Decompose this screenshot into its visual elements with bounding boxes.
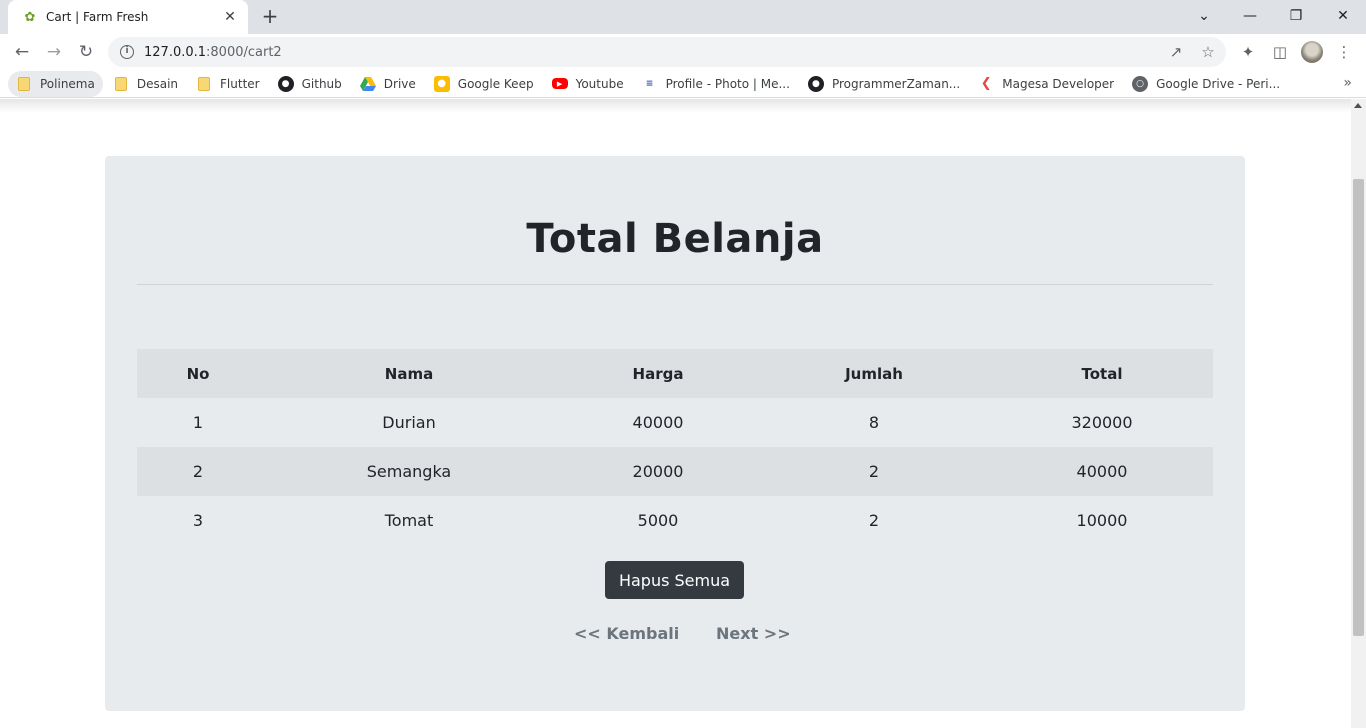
back-arrow-icon[interactable]: ←	[8, 38, 36, 66]
page-viewport: Total Belanja No Nama Harga Jumlah Total…	[0, 99, 1351, 728]
share-icon[interactable]: ↗	[1162, 37, 1190, 67]
bookmark-profile-photo[interactable]: ≡ Profile - Photo | Me...	[634, 71, 798, 97]
url-text[interactable]: 127.0.0.1:8000/cart2	[144, 45, 282, 60]
scroll-up-arrow-icon[interactable]	[1354, 103, 1362, 108]
github-icon: ●	[277, 75, 294, 92]
profile-avatar[interactable]	[1298, 38, 1326, 66]
cell-no: 2	[192, 462, 204, 481]
youtube-icon: ▶	[551, 78, 568, 89]
bookmark-desain[interactable]: Desain	[105, 71, 186, 97]
table-row: 2 Semangka 20000 2 40000	[137, 447, 1213, 496]
globe-icon: ○	[1132, 75, 1149, 92]
scroll-thumb[interactable]	[1353, 179, 1364, 636]
github-icon: ●	[807, 75, 824, 92]
cell-total: 40000	[1076, 462, 1128, 481]
bookmark-flutter[interactable]: Flutter	[188, 71, 268, 97]
cell-no: 1	[192, 413, 204, 432]
clear-cart-button[interactable]: Hapus Semua	[605, 561, 744, 599]
folder-icon	[16, 76, 32, 92]
cell-nama: Tomat	[384, 511, 434, 530]
cell-jumlah: 2	[868, 511, 880, 530]
browser-toolbar: ← → ↻ i 127.0.0.1:8000/cart2 ↗ ☆ ✦ ◫ ⋮	[0, 34, 1366, 70]
folder-icon	[196, 76, 212, 92]
magesa-icon: ❮	[980, 76, 992, 91]
cell-jumlah: 8	[868, 413, 880, 432]
tab-cart[interactable]: ✿ Cart | Farm Fresh ✕	[8, 0, 248, 34]
cell-jumlah: 2	[868, 462, 880, 481]
table-row: 3 Tomat 5000 2 10000	[137, 496, 1213, 545]
bookmarks-bar: Polinema Desain Flutter ● Github Drive ●…	[0, 70, 1366, 98]
cell-harga: 20000	[632, 462, 684, 481]
close-window-button[interactable]: ✕	[1320, 0, 1366, 32]
cell-nama: Semangka	[366, 462, 452, 481]
title-divider	[137, 284, 1213, 285]
tab-title: Cart | Farm Fresh	[46, 10, 149, 24]
navbar-shadow	[0, 99, 1351, 113]
folder-icon	[113, 76, 129, 92]
cell-harga: 5000	[637, 511, 679, 530]
cell-harga: 40000	[632, 413, 684, 432]
table-header-row: No Nama Harga Jumlah Total	[137, 349, 1213, 398]
address-bar[interactable]: i 127.0.0.1:8000/cart2 ↗ ☆	[108, 37, 1226, 67]
back-link[interactable]: << Kembali	[574, 624, 679, 643]
page-title: Total Belanja	[526, 216, 824, 262]
cell-total: 10000	[1076, 511, 1128, 530]
forward-arrow-icon[interactable]: →	[40, 38, 68, 66]
bookmark-magesa-developer[interactable]: ❮ Magesa Developer	[970, 71, 1122, 97]
bookmark-google-drive-peri[interactable]: ○ Google Drive - Peri...	[1124, 71, 1288, 97]
header-total: Total	[1081, 364, 1123, 383]
site-info-icon[interactable]: i	[120, 45, 134, 59]
bookmark-google-keep[interactable]: ● Google Keep	[426, 71, 542, 97]
header-harga: Harga	[632, 364, 684, 383]
minimize-button[interactable]: —	[1227, 0, 1273, 32]
cell-total: 320000	[1071, 413, 1133, 432]
bookmark-drive[interactable]: Drive	[352, 71, 424, 97]
header-no: No	[186, 364, 210, 383]
next-link[interactable]: Next >>	[716, 624, 791, 643]
cart-card: Total Belanja No Nama Harga Jumlah Total…	[105, 156, 1245, 711]
tab-search-icon[interactable]: ⌄	[1181, 0, 1227, 32]
profile-site-icon: ≡	[645, 78, 654, 89]
bookmark-star-icon[interactable]: ☆	[1194, 37, 1222, 67]
menu-kebab-icon[interactable]: ⋮	[1330, 38, 1358, 66]
tab-strip: ✿ Cart | Farm Fresh ✕ + ⌄ — ❐ ✕	[0, 0, 1366, 34]
cell-nama: Durian	[382, 413, 436, 432]
new-tab-button[interactable]: +	[258, 5, 282, 29]
page-scrollbar[interactable]	[1351, 99, 1366, 728]
google-drive-icon	[359, 76, 376, 92]
cart-table: No Nama Harga Jumlah Total 1 Durian 4000…	[137, 349, 1213, 545]
reload-icon[interactable]: ↻	[72, 38, 100, 66]
sprout-icon: ✿	[24, 9, 36, 25]
bookmark-polinema[interactable]: Polinema	[8, 70, 103, 97]
restore-button[interactable]: ❐	[1273, 0, 1319, 32]
side-panel-icon[interactable]: ◫	[1266, 38, 1294, 66]
bookmark-programmerzaman[interactable]: ● ProgrammerZaman...	[800, 71, 968, 97]
header-jumlah: Jumlah	[845, 364, 903, 383]
header-nama: Nama	[384, 364, 434, 383]
bookmark-github[interactable]: ● Github	[270, 71, 350, 97]
bookmark-youtube[interactable]: ▶ Youtube	[544, 71, 632, 97]
close-tab-icon[interactable]: ✕	[222, 9, 238, 25]
extensions-puzzle-icon[interactable]: ✦	[1234, 38, 1262, 66]
table-row: 1 Durian 40000 8 320000	[137, 398, 1213, 447]
more-bookmarks-icon[interactable]: »	[1343, 75, 1352, 91]
cell-no: 3	[192, 511, 204, 530]
google-keep-icon: ●	[433, 75, 450, 92]
